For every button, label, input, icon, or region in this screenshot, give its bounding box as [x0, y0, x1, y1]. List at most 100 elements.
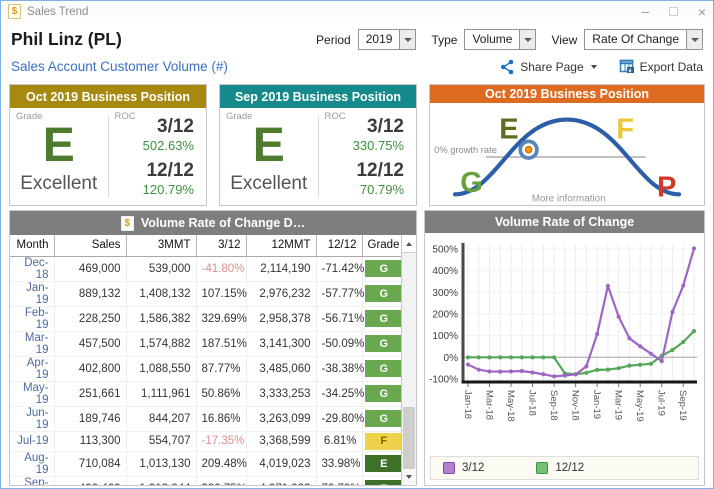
- grade-badge: G: [365, 360, 404, 377]
- cell-sales: 710,084: [54, 451, 126, 476]
- cell-mmt12: 3,263,099: [246, 406, 316, 431]
- sales-trend-window: $ Sales Trend – × Phil Linz (PL) Period …: [0, 0, 714, 489]
- cell-sales: 889,132: [54, 281, 126, 306]
- cell-r1212: -29.80%: [316, 406, 362, 431]
- window-title: Sales Trend: [27, 6, 88, 18]
- cell-mmt12: 3,333,253: [246, 381, 316, 406]
- cell-r1212: 6.81%: [316, 431, 362, 451]
- grade-badge: G: [365, 260, 404, 277]
- page-header: Phil Linz (PL) Period 2019 Type Volume V…: [1, 22, 713, 79]
- column-header-sales[interactable]: Sales: [54, 235, 126, 256]
- business-position-row: Oct 2019 Business Position Grade E Excel…: [1, 79, 713, 210]
- legend-item-3-12: 3/12: [443, 462, 484, 474]
- grade-badge: G: [365, 410, 404, 427]
- detail-row: $ Volume Rate of Change D… MonthSales3MM…: [1, 210, 713, 486]
- cell-r312: 187.51%: [196, 331, 246, 356]
- cell-grade: G: [362, 331, 405, 356]
- column-header-12mmt[interactable]: 12MMT: [246, 235, 316, 256]
- table-row[interactable]: Jan-19889,1321,408,132107.15%2,976,232-5…: [10, 281, 405, 306]
- cell-grade: G: [362, 381, 405, 406]
- cell-month: Apr-19: [10, 356, 54, 381]
- view-select[interactable]: Rate Of Change: [584, 29, 703, 50]
- cell-month: Jun-19: [10, 406, 54, 431]
- cell-grade: G: [362, 281, 405, 306]
- roc-3-12-name: 3/12: [367, 116, 404, 138]
- cell-r312: 329.69%: [196, 306, 246, 331]
- svg-text:May-19: May-19: [634, 390, 645, 422]
- column-header-12-12[interactable]: 12/12: [316, 235, 362, 256]
- column-header-grade[interactable]: Grade: [362, 235, 405, 256]
- minimize-button[interactable]: –: [642, 7, 649, 17]
- rate-of-change-chart: 500%400%300%200%100%0%-100%Jan-18Mar-18M…: [425, 233, 704, 451]
- roc-label: ROC: [325, 111, 346, 122]
- cell-sales: 228,250: [54, 306, 126, 331]
- view-label: View: [551, 33, 577, 47]
- scroll-up-icon[interactable]: [402, 235, 416, 253]
- roc-12-12-name: 12/12: [146, 160, 194, 182]
- table-row[interactable]: Apr-19402,8001,088,55087.77%3,485,060-38…: [10, 356, 405, 381]
- svg-text:-100%: -100%: [429, 375, 458, 386]
- zero-growth-label: 0% growth rate: [434, 145, 497, 155]
- chart-title-bar: Volume Rate of Change: [425, 211, 704, 233]
- table-scrollbar[interactable]: [401, 235, 416, 485]
- cell-grade: G: [362, 256, 405, 281]
- cell-mmt3: 554,707: [126, 431, 196, 451]
- grade-label: Grade: [16, 111, 42, 122]
- close-button[interactable]: ×: [698, 4, 706, 20]
- cell-r312: -41.80%: [196, 256, 246, 281]
- cell-month: Jul-19: [10, 431, 54, 451]
- cell-sales: 113,300: [54, 431, 126, 451]
- cell-mmt12: 4,271,933: [246, 476, 316, 485]
- roc-3-12-value: 502.63%: [143, 138, 194, 153]
- cell-month: Dec-18: [10, 256, 54, 281]
- column-header-3-12[interactable]: 3/12: [196, 235, 246, 256]
- table-title-bar: $ Volume Rate of Change D…: [10, 211, 416, 235]
- column-header-month[interactable]: Month: [10, 235, 54, 256]
- export-data-button[interactable]: Export Data: [619, 59, 703, 74]
- svg-text:Jul-19: Jul-19: [656, 390, 667, 416]
- period-label: Period: [316, 33, 351, 47]
- chevron-down-icon[interactable]: [686, 30, 702, 49]
- roc-12-12-name: 12/12: [356, 160, 404, 182]
- cell-grade: G: [362, 356, 405, 381]
- scrollbar-thumb[interactable]: [403, 407, 415, 469]
- cell-r312: 16.86%: [196, 406, 246, 431]
- cell-r312: 50.86%: [196, 381, 246, 406]
- cell-r312: -17.35%: [196, 431, 246, 451]
- table-row[interactable]: Sep-19490,4601,313,844330.75%4,271,93370…: [10, 476, 405, 485]
- cell-sales: 189,746: [54, 406, 126, 431]
- maximize-button[interactable]: [669, 7, 678, 16]
- cell-mmt3: 1,408,132: [126, 281, 196, 306]
- chevron-down-icon[interactable]: [399, 30, 415, 49]
- table-row[interactable]: Dec-18469,000539,000-41.80%2,114,190-71.…: [10, 256, 405, 281]
- table-row[interactable]: Mar-19457,5001,574,882187.51%3,141,300-5…: [10, 331, 405, 356]
- table-title: Volume Rate of Change D…: [141, 216, 305, 230]
- more-information-link[interactable]: More information: [532, 194, 606, 205]
- period-select[interactable]: 2019: [358, 29, 417, 50]
- cell-grade: F: [362, 431, 405, 451]
- caret-down-icon: [591, 65, 597, 69]
- report-subtitle: Sales Account Customer Volume (#): [11, 59, 228, 74]
- svg-text:Nov-18: Nov-18: [570, 390, 581, 421]
- table-row[interactable]: Feb-19228,2501,586,382329.69%2,958,378-5…: [10, 306, 405, 331]
- cell-mmt12: 3,368,599: [246, 431, 316, 451]
- table-row[interactable]: Jul-19113,300554,707-17.35%3,368,5996.81…: [10, 431, 405, 451]
- panel-header: Oct 2019 Business Position: [430, 85, 704, 103]
- column-header-3mmt[interactable]: 3MMT: [126, 235, 196, 256]
- cell-grade: G: [362, 306, 405, 331]
- cell-month: Jan-19: [10, 281, 54, 306]
- type-select[interactable]: Volume: [464, 29, 536, 50]
- scroll-down-icon[interactable]: [402, 469, 416, 485]
- table-row[interactable]: May-19251,6611,111,96150.86%3,333,253-34…: [10, 381, 405, 406]
- grade-badge: G: [365, 335, 404, 352]
- svg-text:Mar-19: Mar-19: [613, 390, 624, 420]
- share-page-button[interactable]: Share Page: [500, 59, 596, 75]
- cell-month: Feb-19: [10, 306, 54, 331]
- cell-mmt12: 2,958,378: [246, 306, 316, 331]
- chevron-down-icon[interactable]: [519, 30, 535, 49]
- table-row[interactable]: Jun-19189,746844,20716.86%3,263,099-29.8…: [10, 406, 405, 431]
- table-row[interactable]: Aug-19710,0841,013,130209.48%4,019,02333…: [10, 451, 405, 476]
- legend-swatch-purple: [443, 462, 455, 474]
- chart-legend: 3/12 12/12: [430, 456, 699, 480]
- cell-r312: 87.77%: [196, 356, 246, 381]
